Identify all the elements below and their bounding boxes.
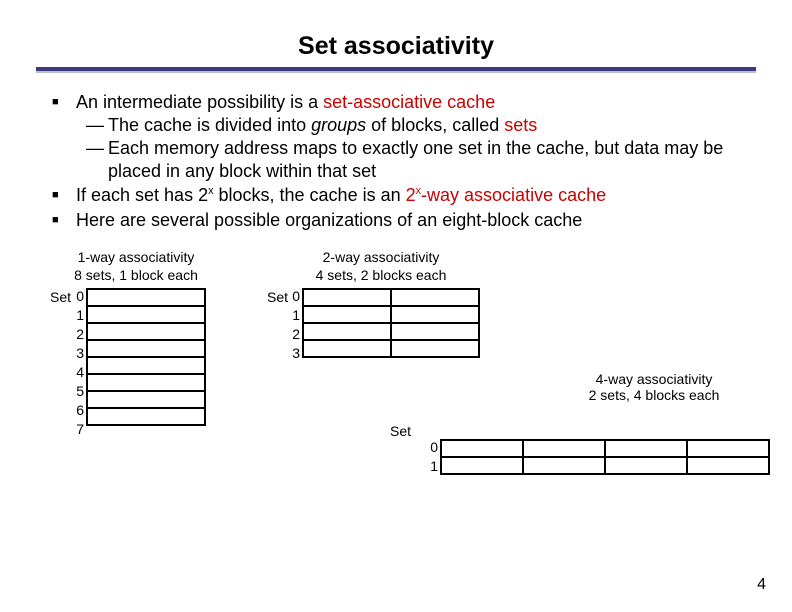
cache-grid xyxy=(440,439,770,475)
cache-block xyxy=(304,290,392,307)
cache-block xyxy=(392,290,480,307)
page-number: 4 xyxy=(757,576,766,594)
caption-line1: 2-way associativity xyxy=(323,249,440,265)
row-label: 1 xyxy=(66,307,84,326)
sub-1a: The cache is divided into groups of bloc… xyxy=(86,114,756,137)
cache-block xyxy=(88,341,206,358)
caption: 1-way associativity 8 sets, 1 block each xyxy=(46,249,226,284)
text: blocks, the cache is an xyxy=(214,185,406,205)
row-labels: 0 1 2 3 4 5 6 7 xyxy=(66,288,84,440)
row-label: 2 xyxy=(66,326,84,345)
cache-block xyxy=(606,458,688,475)
text: -way associative cache xyxy=(421,185,606,205)
bullet-3: Here are several possible organizations … xyxy=(58,209,756,232)
cache-grid xyxy=(302,288,480,358)
row-label: 0 xyxy=(282,288,300,307)
row-label: 4 xyxy=(66,364,84,383)
cache-block xyxy=(688,441,770,458)
cache-block xyxy=(88,358,206,375)
bullet-list: An intermediate possibility is a set-ass… xyxy=(36,91,756,231)
cache-block xyxy=(442,441,524,458)
cache-block xyxy=(88,290,206,307)
cache-block xyxy=(524,441,606,458)
cache-block xyxy=(524,458,606,475)
caption-line2: 8 sets, 1 block each xyxy=(74,267,198,283)
cache-block xyxy=(88,307,206,324)
cache-block xyxy=(88,392,206,409)
term: sets xyxy=(504,115,537,135)
cache-block xyxy=(88,324,206,341)
text: The cache is divided into xyxy=(108,115,311,135)
caption-line1: 4-way associativity xyxy=(596,371,713,387)
row-label: 6 xyxy=(66,402,84,421)
diagram-4way: 4-way associativity 2 sets, 4 blocks eac… xyxy=(376,399,746,477)
cache-block xyxy=(304,307,392,324)
caption-line1: 1-way associativity xyxy=(78,249,195,265)
text: of blocks, called xyxy=(366,115,504,135)
title-rule xyxy=(36,67,756,73)
text: 2 xyxy=(406,185,416,205)
text: If each set has 2 xyxy=(76,185,208,205)
row-labels: 0 1 xyxy=(420,439,438,477)
diagram-1way: 1-way associativity 8 sets, 1 block each… xyxy=(46,249,226,440)
cache-block xyxy=(392,307,480,324)
bullet-1: An intermediate possibility is a set-ass… xyxy=(58,91,756,182)
cache-block xyxy=(606,441,688,458)
row-label: 3 xyxy=(282,345,300,364)
row-label: 1 xyxy=(282,307,300,326)
row-label: 3 xyxy=(66,345,84,364)
cache-block xyxy=(392,341,480,358)
term: 2x-way associative cache xyxy=(406,185,607,205)
row-label: 0 xyxy=(420,439,438,458)
em: groups xyxy=(311,115,366,135)
cache-block xyxy=(88,409,206,426)
diagrams-area: 1-way associativity 8 sets, 1 block each… xyxy=(36,249,756,509)
row-label: 7 xyxy=(66,421,84,440)
sub-1b: Each memory address maps to exactly one … xyxy=(86,137,756,182)
diagram-2way: 2-way associativity 4 sets, 2 blocks eac… xyxy=(271,249,491,364)
slide-title: Set associativity xyxy=(36,32,756,61)
caption-line2: 4 sets, 2 blocks each xyxy=(316,267,447,283)
cache-block xyxy=(688,458,770,475)
slide: Set associativity An intermediate possib… xyxy=(0,0,792,509)
row-labels: 0 1 2 3 xyxy=(282,288,300,364)
term: set-associative cache xyxy=(323,92,495,112)
text: An intermediate possibility is a xyxy=(76,92,323,112)
cache-grid xyxy=(86,288,206,426)
sub-list-1: The cache is divided into groups of bloc… xyxy=(76,114,756,183)
cache-block xyxy=(304,341,392,358)
cache-block xyxy=(392,324,480,341)
cache-block xyxy=(304,324,392,341)
caption: 2-way associativity 4 sets, 2 blocks eac… xyxy=(271,249,491,284)
bullet-2: If each set has 2x blocks, the cache is … xyxy=(58,184,756,207)
cache-block xyxy=(88,375,206,392)
cache-block xyxy=(442,458,524,475)
row-label: 5 xyxy=(66,383,84,402)
row-label: 0 xyxy=(66,288,84,307)
row-label: 2 xyxy=(282,326,300,345)
row-label: 1 xyxy=(420,458,438,477)
